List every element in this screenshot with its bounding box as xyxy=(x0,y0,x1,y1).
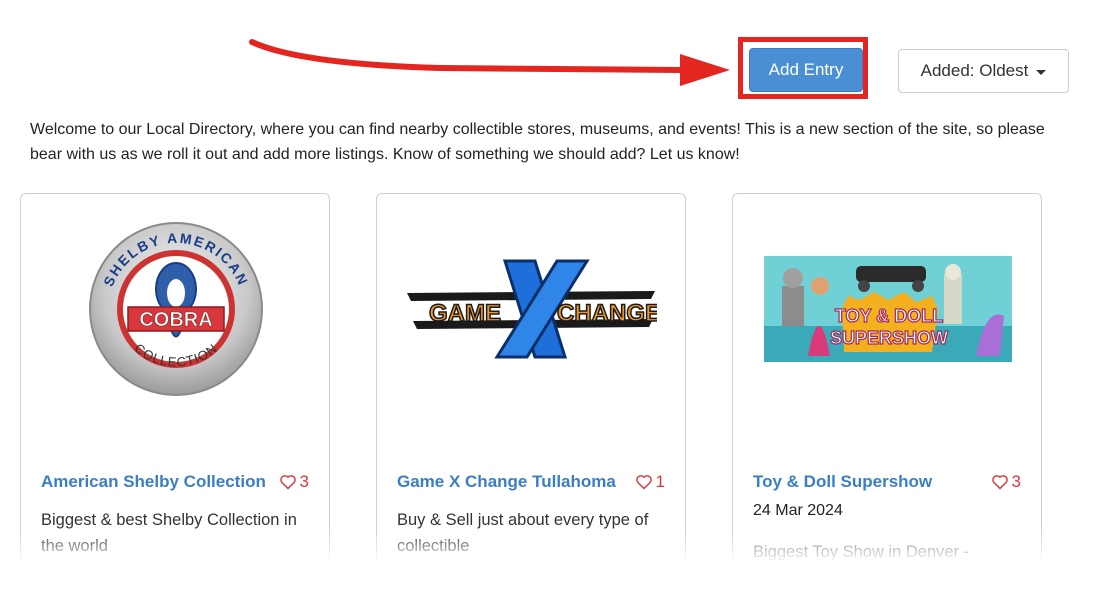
heart-outline-icon xyxy=(635,475,652,490)
intro-text: Welcome to our Local Directory, where yo… xyxy=(30,121,1045,163)
game-x-change-logo[interactable]: GAME CHANGE xyxy=(377,194,685,424)
like-count: 1 xyxy=(655,472,665,491)
card-title-row: Toy & Doll Supershow 3 xyxy=(753,470,1021,494)
banner-line1-text: TOY & DOLL xyxy=(835,306,943,326)
directory-card[interactable]: GAME CHANGE Game X Change Tullahoma 1 Bu… xyxy=(376,193,686,598)
logo-game-text: GAME xyxy=(429,300,501,327)
heart-outline-icon xyxy=(991,475,1008,490)
card-description: Biggest Toy Show in Denver - xyxy=(753,543,970,561)
directory-card[interactable]: SHELBY AMERICAN COLLECTION COBRA America… xyxy=(20,193,330,598)
game-x-change-logo-image: GAME CHANGE xyxy=(407,259,657,359)
add-entry-label: Add Entry xyxy=(768,60,844,79)
banner-line2-text: SUPERSHOW xyxy=(830,328,948,348)
toy-doll-banner-image: TOY & DOLL SUPERSHOW xyxy=(764,256,1012,362)
shelby-logo-image: SHELBY AMERICAN COLLECTION COBRA xyxy=(89,222,263,396)
sort-dropdown-label: Added: Oldest xyxy=(920,61,1029,80)
card-title-link[interactable]: Game X Change Tullahoma xyxy=(397,472,616,492)
card-description: Buy & Sell just about every type of coll… xyxy=(397,511,649,555)
card-title-link[interactable]: Toy & Doll Supershow xyxy=(753,472,932,492)
card-title-row: Game X Change Tullahoma 1 xyxy=(397,470,665,494)
card-title-row: American Shelby Collection 3 xyxy=(41,470,309,494)
like-button[interactable]: 1 xyxy=(635,472,665,492)
sort-dropdown[interactable]: Added: Oldest xyxy=(898,49,1069,93)
toy-doll-supershow-banner[interactable]: TOY & DOLL SUPERSHOW xyxy=(733,194,1041,424)
like-button[interactable]: 3 xyxy=(991,472,1021,492)
card-title-link[interactable]: American Shelby Collection xyxy=(41,472,266,492)
card-description: Biggest & best Shelby Collection in the … xyxy=(41,511,297,555)
local-directory-page: Add Entry Added: Oldest Welcome to our L… xyxy=(0,0,1112,598)
directory-card[interactable]: TOY & DOLL SUPERSHOW Toy & Doll Supersho… xyxy=(732,193,1042,598)
like-button[interactable]: 3 xyxy=(279,472,309,492)
event-date: 24 Mar 2024 xyxy=(753,502,843,519)
logo-change-text: CHANGE xyxy=(557,300,657,327)
heart-outline-icon xyxy=(279,475,296,490)
annotation-arrow-icon xyxy=(249,39,730,86)
like-count: 3 xyxy=(1011,472,1021,491)
caret-down-icon xyxy=(1036,69,1047,75)
add-entry-button[interactable]: Add Entry xyxy=(749,48,863,92)
like-count: 3 xyxy=(299,472,309,491)
shelby-cobra-logo[interactable]: SHELBY AMERICAN COLLECTION COBRA xyxy=(21,194,329,424)
logo-banner-text: COBRA xyxy=(139,309,212,331)
